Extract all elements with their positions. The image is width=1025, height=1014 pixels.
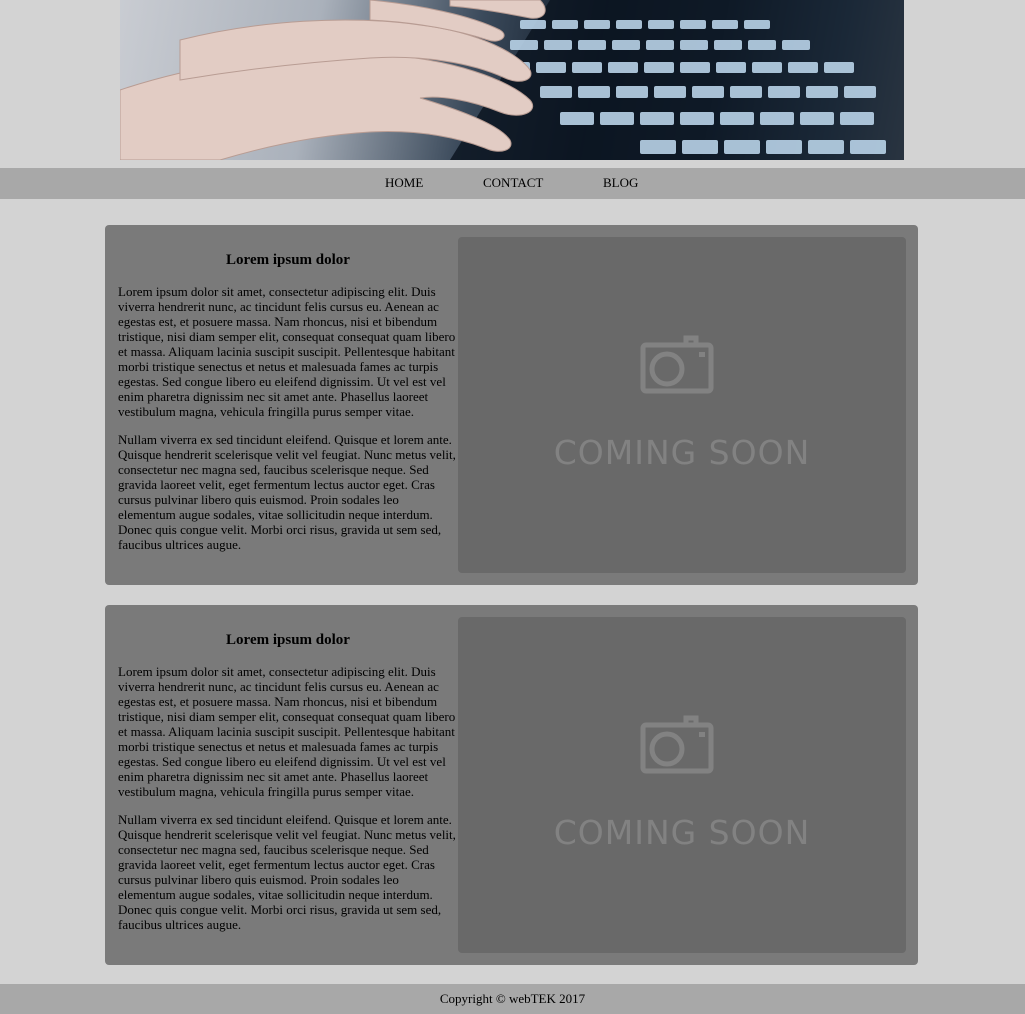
coming-soon-image: COMING SOON: [458, 237, 906, 573]
nav-home-link[interactable]: HOME: [385, 175, 423, 191]
page-footer: Copyright © webTEK 2017: [0, 984, 1025, 1014]
card-text-column: Lorem ipsum dolor Lorem ipsum dolor sit …: [118, 631, 458, 945]
card-title: Lorem ipsum dolor: [226, 252, 350, 268]
camera-icon: [640, 715, 714, 774]
card-paragraph: Nullam viverra ex sed tincidunt eleifend…: [118, 812, 456, 932]
content-card-1: Lorem ipsum dolor Lorem ipsum dolor sit …: [105, 225, 918, 585]
card-text-column: Lorem ipsum dolor Lorem ipsum dolor sit …: [118, 251, 458, 565]
nav-contact-link[interactable]: CONTACT: [483, 175, 543, 191]
copyright-text: Copyright © webTEK 2017: [439, 991, 586, 1006]
card-paragraph: Nullam viverra ex sed tincidunt eleifend…: [118, 432, 456, 552]
camera-icon: [640, 335, 714, 394]
content-card-2: Lorem ipsum dolor Lorem ipsum dolor sit …: [105, 605, 918, 965]
coming-soon-image: COMING SOON: [458, 617, 906, 953]
coming-soon-label: COMING SOON: [553, 433, 811, 472]
card-paragraph: Lorem ipsum dolor sit amet, consectetur …: [118, 284, 456, 419]
nav-blog-link[interactable]: BLOG: [603, 175, 638, 191]
keyboard-photo-illustration: [120, 0, 904, 160]
card-paragraph: Lorem ipsum dolor sit amet, consectetur …: [118, 664, 456, 799]
hero-banner-image: [120, 0, 904, 160]
card-title: Lorem ipsum dolor: [226, 632, 350, 648]
coming-soon-label: COMING SOON: [553, 813, 811, 852]
main-navigation: HOME CONTACT BLOG: [0, 168, 1025, 199]
